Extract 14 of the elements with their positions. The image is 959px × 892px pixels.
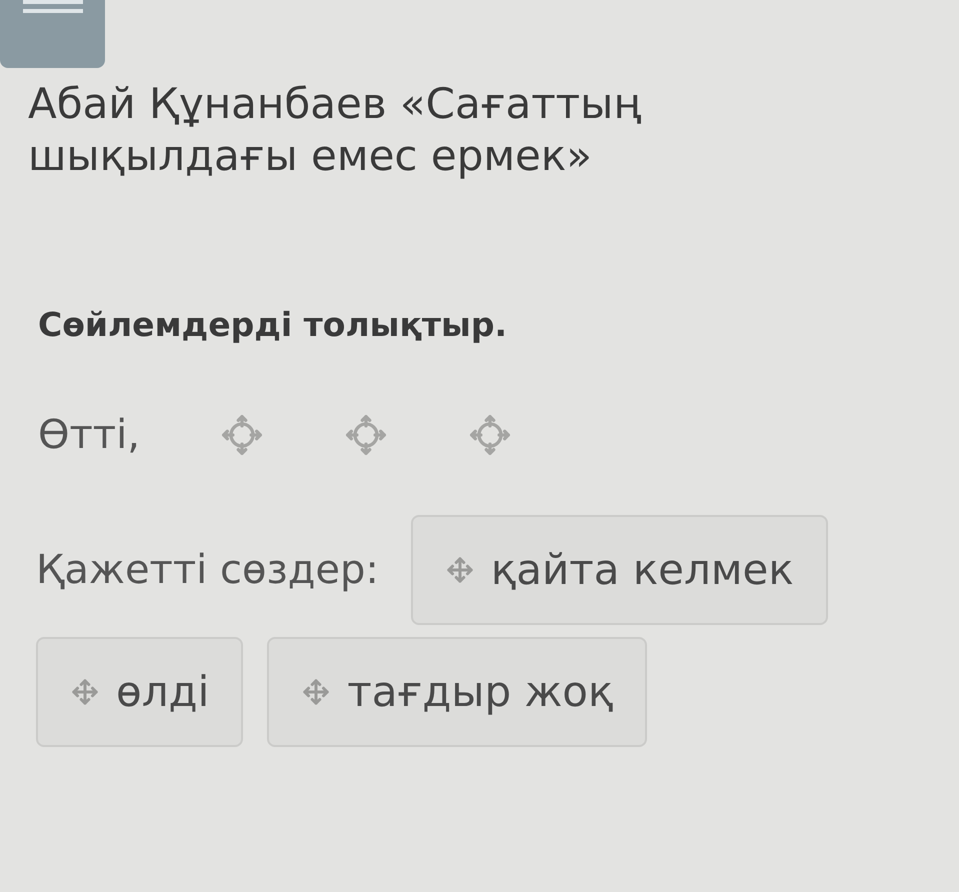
word-bank-label: Қажетті сөздер: — [36, 546, 379, 594]
drag-handle-icon — [444, 554, 475, 584]
drag-handle-icon — [70, 676, 100, 706]
sentence-text: Өтті, — [38, 410, 140, 460]
instruction-text: Сөйлемдерді толықтыр. — [38, 304, 508, 346]
word-chip[interactable]: тағдыр жоқ — [267, 636, 648, 746]
drop-target-icon[interactable] — [220, 412, 264, 456]
menu-icon — [22, 0, 82, 14]
page-title: Абай Құнанбаев «Сағаттың шықылдағы емес ермек» — [28, 78, 642, 182]
drag-handle-icon — [301, 676, 332, 706]
drop-target-icon[interactable] — [344, 412, 388, 456]
word-chip[interactable]: өлді — [36, 636, 244, 746]
drop-target-icon[interactable] — [468, 412, 512, 456]
word-chip[interactable]: қайта келмек — [410, 514, 828, 624]
